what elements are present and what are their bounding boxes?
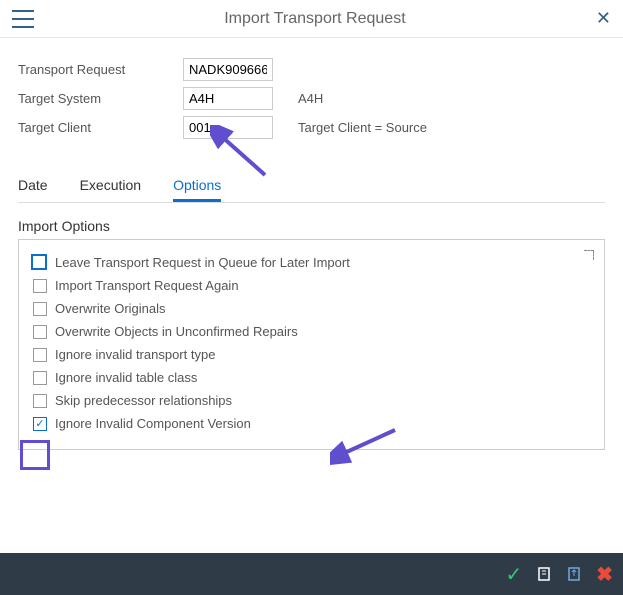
checkbox-import-again[interactable] [33,279,47,293]
toolbar-icon-2[interactable] [566,566,582,582]
option-label: Leave Transport Request in Queue for Lat… [55,255,350,270]
checkbox-ignore-table-class[interactable] [33,371,47,385]
option-label: Ignore Invalid Component Version [55,416,251,431]
input-target-system[interactable] [183,87,273,110]
tabs: Date Execution Options [18,171,605,203]
checkbox-leave-in-queue[interactable] [31,254,47,270]
import-options-label: Import Options [18,218,605,234]
option-label: Ignore invalid transport type [55,347,215,362]
input-transport-request[interactable] [183,58,273,81]
content-area: Transport Request Target System A4H Targ… [0,38,623,450]
confirm-icon[interactable]: ✓ [505,562,522,587]
option-row: Overwrite Originals [27,301,596,316]
dialog-title: Import Transport Request [34,10,596,28]
hamburger-icon[interactable] [12,10,34,28]
label-transport-request: Transport Request [18,62,183,77]
tab-date[interactable]: Date [18,171,48,202]
tab-execution[interactable]: Execution [80,171,141,202]
option-row: Ignore Invalid Component Version [27,416,596,431]
checkbox-skip-predecessor[interactable] [33,394,47,408]
cancel-icon[interactable]: ✖ [596,562,613,587]
option-row: Skip predecessor relationships [27,393,596,408]
corner-tr-icon [584,250,594,260]
footer-toolbar: ✓ ✖ [0,553,623,595]
hint-target-system: A4H [298,91,323,106]
option-label: Overwrite Objects in Unconfirmed Repairs [55,324,298,339]
option-label: Skip predecessor relationships [55,393,232,408]
option-row: Import Transport Request Again [27,278,596,293]
options-box: Leave Transport Request in Queue for Lat… [18,239,605,450]
label-target-system: Target System [18,91,183,106]
option-row: Overwrite Objects in Unconfirmed Repairs [27,324,596,339]
label-target-client: Target Client [18,120,183,135]
toolbar-icon-1[interactable] [536,566,552,582]
option-row: Ignore invalid transport type [27,347,596,362]
annotation-highlight [20,440,50,470]
option-label: Overwrite Originals [55,301,166,316]
tab-options[interactable]: Options [173,171,221,202]
checkbox-ignore-component-version[interactable] [33,417,47,431]
dialog-header: Import Transport Request ✕ [0,0,623,38]
hint-target-client: Target Client = Source [298,120,427,135]
option-label: Import Transport Request Again [55,278,239,293]
checkbox-overwrite-originals[interactable] [33,302,47,316]
input-target-client[interactable] [183,116,273,139]
checkbox-ignore-transport-type[interactable] [33,348,47,362]
option-row: Ignore invalid table class [27,370,596,385]
option-label: Ignore invalid table class [55,370,197,385]
option-row: Leave Transport Request in Queue for Lat… [27,254,596,270]
row-target-system: Target System A4H [18,87,605,110]
checkbox-overwrite-unconfirmed[interactable] [33,325,47,339]
row-transport-request: Transport Request [18,58,605,81]
close-icon[interactable]: ✕ [596,8,611,29]
row-target-client: Target Client Target Client = Source [18,116,605,139]
